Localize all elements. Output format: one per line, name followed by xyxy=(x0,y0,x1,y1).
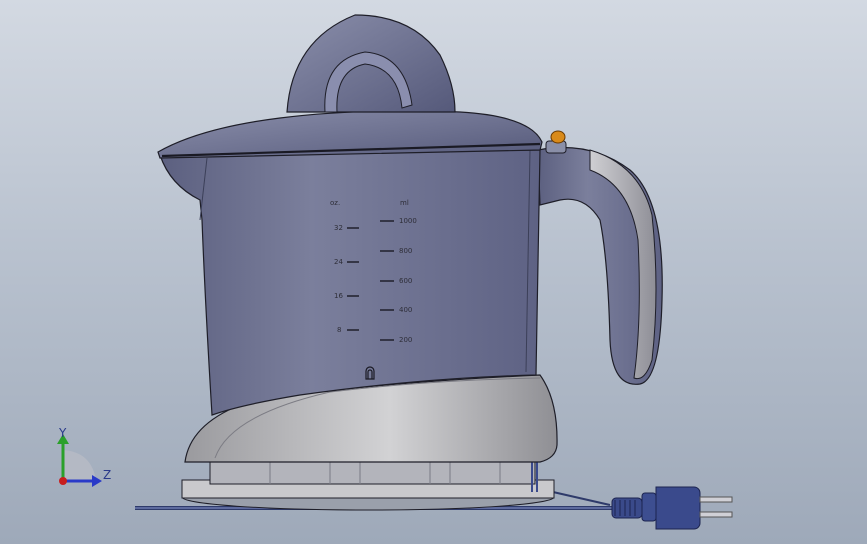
z-axis-label: Z xyxy=(103,468,111,482)
y-axis-label: Y xyxy=(58,426,67,440)
jug-body xyxy=(159,149,541,416)
scale-unit-ml: ml xyxy=(400,199,409,207)
model-view: oz. ml 32 24 16 8 1000 800 600 400 200 Y… xyxy=(57,14,733,530)
ml-label-1000: 1000 xyxy=(399,217,417,225)
oz-label-32: 32 xyxy=(334,224,343,232)
axis-triad: Y Z xyxy=(57,426,111,487)
jug-handle xyxy=(537,146,663,385)
oz-label-24: 24 xyxy=(334,258,343,266)
ml-label-200: 200 xyxy=(399,336,412,344)
plug xyxy=(611,486,733,530)
lid-release-button[interactable] xyxy=(545,130,567,154)
ml-label-600: 600 xyxy=(399,277,412,285)
cad-viewport[interactable]: oz. ml 32 24 16 8 1000 800 600 400 200 Y… xyxy=(0,0,867,544)
oz-label-16: 16 xyxy=(334,292,343,300)
ml-label-800: 800 xyxy=(399,247,412,255)
oz-label-8: 8 xyxy=(337,326,341,334)
ml-label-400: 400 xyxy=(399,306,412,314)
scale-unit-oz: oz. xyxy=(330,199,340,207)
